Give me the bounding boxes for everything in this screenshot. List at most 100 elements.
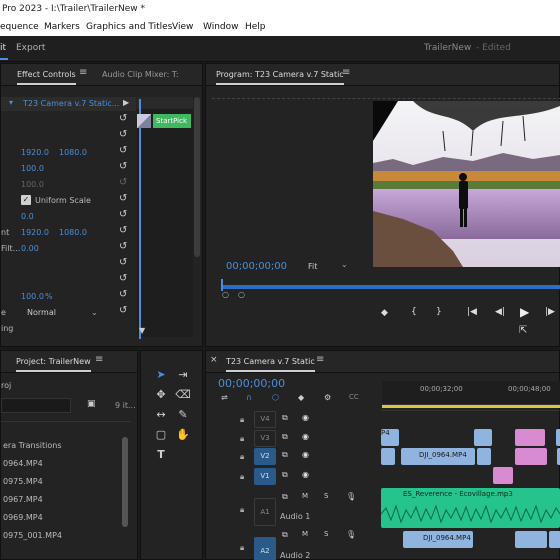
list-item[interactable]: 0964.MP4 bbox=[1, 455, 131, 473]
hand-tool-icon[interactable]: ✋ bbox=[175, 427, 191, 443]
out-point-icon[interactable]: ○ bbox=[238, 290, 245, 299]
reset-icon[interactable]: ↺ bbox=[119, 193, 127, 204]
chevron-down-icon[interactable]: ⌄ bbox=[91, 308, 98, 317]
solo-button[interactable]: S bbox=[324, 530, 328, 538]
scrollbar[interactable] bbox=[194, 97, 200, 257]
menu-help[interactable]: Help bbox=[245, 19, 266, 36]
clip-a2[interactable] bbox=[549, 531, 560, 548]
menu-sequence[interactable]: equence bbox=[0, 19, 39, 36]
sync-icon[interactable]: ⧉ bbox=[282, 450, 288, 460]
track-v4-label[interactable]: V4 bbox=[254, 411, 276, 428]
eye-icon[interactable]: ◉ bbox=[302, 432, 309, 441]
menu-view[interactable]: View bbox=[172, 19, 193, 36]
program-timecode[interactable]: 00;00;00;00 bbox=[226, 261, 287, 272]
mic-icon[interactable]: 🎙︎ bbox=[346, 530, 356, 539]
tab-timeline[interactable]: T23 Camera v.7 Static bbox=[226, 357, 315, 372]
anchor-x[interactable]: 1920.0 bbox=[21, 228, 49, 237]
play-icon[interactable]: ▶ bbox=[123, 98, 129, 107]
scrollbar[interactable] bbox=[122, 437, 128, 527]
step-forward-icon[interactable]: |▶ bbox=[545, 307, 555, 317]
reset-icon[interactable]: ↺ bbox=[119, 225, 127, 236]
lock-icon[interactable]: 🔒︎ bbox=[240, 434, 244, 444]
sync-icon[interactable]: ⧉ bbox=[282, 470, 288, 480]
lock-icon[interactable]: 🔒︎ bbox=[240, 415, 244, 425]
flicker-value[interactable]: 0.00 bbox=[21, 244, 39, 253]
blend-mode-dropdown[interactable]: Normal bbox=[27, 308, 56, 317]
clip-v2[interactable]: DJI_0964.MP4 bbox=[401, 448, 475, 465]
eye-icon[interactable]: ◉ bbox=[302, 413, 309, 422]
track-select-icon[interactable]: ⇥ bbox=[175, 367, 191, 383]
reset-icon[interactable]: ↺ bbox=[119, 305, 127, 316]
sync-icon[interactable]: ⧉ bbox=[282, 530, 288, 540]
lock-icon[interactable]: 🔒︎ bbox=[240, 472, 244, 482]
solo-button[interactable]: S bbox=[324, 492, 328, 500]
marker-icon[interactable]: ◆ bbox=[298, 393, 304, 402]
filter-icon[interactable]: ▼ bbox=[139, 326, 145, 335]
pen-tool-icon[interactable]: ✎ bbox=[175, 407, 191, 423]
mic-icon[interactable]: 🎙︎ bbox=[346, 492, 356, 501]
settings-icon[interactable]: ⚙ bbox=[324, 393, 331, 402]
mute-button[interactable]: M bbox=[302, 492, 308, 500]
reset-icon[interactable]: ↺ bbox=[119, 113, 127, 124]
video-preview[interactable] bbox=[373, 101, 560, 267]
search-input[interactable] bbox=[1, 398, 71, 413]
linked-icon[interactable]: ∩ bbox=[246, 393, 252, 402]
playhead[interactable] bbox=[139, 99, 141, 339]
play-icon[interactable]: ▶ bbox=[520, 305, 529, 319]
menu-icon[interactable]: ≡ bbox=[316, 354, 324, 365]
reset-icon[interactable]: ↺ bbox=[119, 289, 127, 300]
list-item[interactable]: 0975_001.MP4 bbox=[1, 527, 131, 545]
mute-button[interactable]: M bbox=[302, 530, 308, 538]
sync-icon[interactable]: ⧉ bbox=[282, 432, 288, 442]
track-v3-label[interactable]: V3 bbox=[254, 430, 276, 447]
playback-bar[interactable] bbox=[221, 285, 560, 289]
rectangle-tool-icon[interactable]: ▢ bbox=[153, 427, 169, 443]
track-lanes[interactable]: P4 DJI_0964.MP4 ES_Reverence - Ecovillag… bbox=[381, 410, 560, 560]
clip-a2[interactable]: DJI_0964.MP4 bbox=[403, 531, 473, 548]
captions-icon[interactable]: CC bbox=[349, 393, 359, 401]
sync-icon[interactable]: ⧉ bbox=[282, 413, 288, 423]
marker-icon[interactable]: ◆ bbox=[381, 308, 388, 318]
eye-icon[interactable]: ◉ bbox=[302, 450, 309, 459]
type-tool-icon[interactable]: T bbox=[153, 447, 169, 463]
menu-icon[interactable]: ≡ bbox=[79, 67, 87, 78]
track-v2-label[interactable]: V2 bbox=[254, 448, 276, 465]
program-monitor-tab[interactable]: Program: T23 Camera v.7 Static bbox=[216, 70, 344, 85]
clip-v1[interactable] bbox=[493, 467, 513, 484]
clip-v2[interactable] bbox=[515, 448, 547, 465]
scale-value[interactable]: 100.0 bbox=[21, 164, 44, 173]
track-v1-label[interactable]: V1 bbox=[254, 468, 276, 485]
export-frame-icon[interactable]: ⇱ bbox=[519, 325, 527, 336]
slip-tool-icon[interactable]: ↔ bbox=[153, 407, 169, 423]
clip-label[interactable]: StartPick bbox=[153, 114, 191, 128]
tab-project[interactable]: Project: TrailerNew bbox=[16, 357, 91, 372]
anchor-y[interactable]: 1080.0 bbox=[59, 228, 87, 237]
eye-icon[interactable]: ◉ bbox=[302, 470, 309, 479]
clip-v2[interactable] bbox=[477, 448, 491, 465]
reset-icon[interactable]: ↺ bbox=[119, 273, 127, 284]
menu-markers[interactable]: Markers bbox=[44, 19, 80, 36]
reset-icon[interactable]: ↺ bbox=[119, 241, 127, 252]
sync-icon[interactable]: ⧉ bbox=[282, 492, 288, 502]
clip-a2[interactable] bbox=[515, 531, 547, 548]
position-y[interactable]: 1080.0 bbox=[59, 148, 87, 157]
mark-out-icon[interactable]: } bbox=[436, 307, 442, 317]
list-item[interactable]: 0969.MP4 bbox=[1, 509, 131, 527]
list-item[interactable]: era Transitions bbox=[1, 437, 131, 455]
reset-icon[interactable]: ↺ bbox=[119, 209, 127, 220]
step-back-icon[interactable]: ◀| bbox=[495, 307, 505, 317]
list-item[interactable]: 0967.MP4 bbox=[1, 491, 131, 509]
selection-tool-icon[interactable]: ➤ bbox=[153, 367, 169, 383]
clip-v4[interactable] bbox=[556, 429, 560, 446]
ripple-edit-icon[interactable]: ✥ bbox=[153, 387, 169, 403]
track-a2-label[interactable]: A2 bbox=[254, 537, 276, 560]
rotation-value[interactable]: 0.0 bbox=[21, 212, 34, 221]
menu-icon[interactable]: ≡ bbox=[95, 354, 103, 365]
chevron-down-icon[interactable]: ⌄ bbox=[341, 260, 348, 269]
clip-name[interactable]: T23 Camera v.7 Static... bbox=[23, 99, 119, 108]
uniform-scale-checkbox[interactable]: ✓ bbox=[21, 195, 31, 205]
opacity-value[interactable]: 100.0 bbox=[21, 292, 44, 301]
mini-timeline[interactable]: StartPick bbox=[137, 97, 193, 339]
reset-icon[interactable]: ↺ bbox=[119, 145, 127, 156]
mark-in-icon[interactable]: { bbox=[411, 307, 417, 317]
